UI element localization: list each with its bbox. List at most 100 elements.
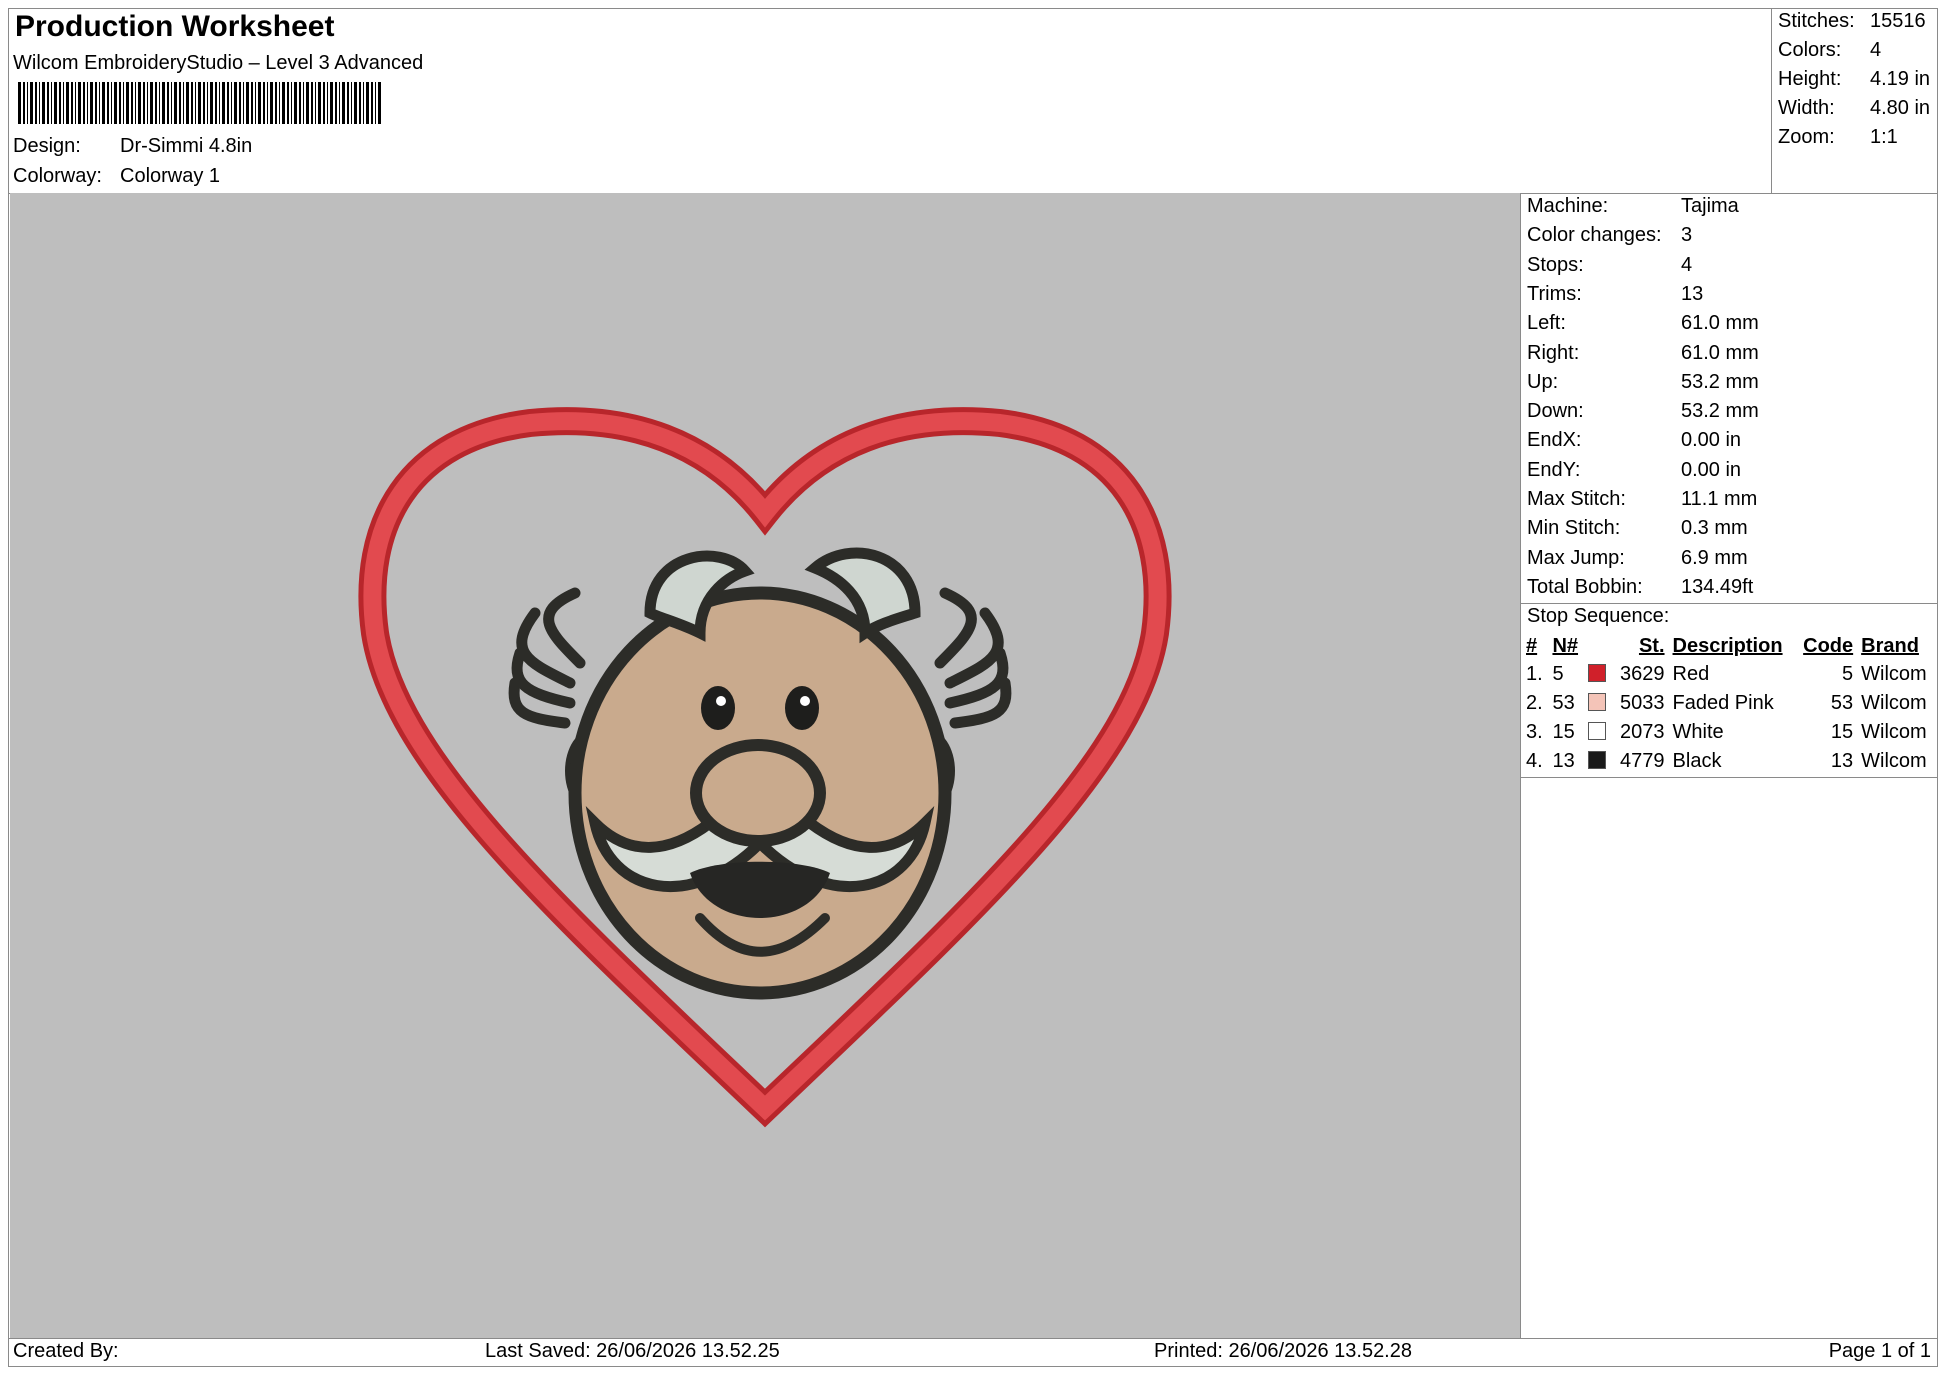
row-swatch	[1584, 689, 1612, 718]
barcode-bar	[351, 82, 352, 124]
machine-info-value: 4	[1681, 253, 1693, 276]
machine-info-label: Color changes:	[1527, 224, 1662, 247]
barcode-bar	[267, 82, 268, 124]
barcode-bar	[371, 82, 373, 124]
row-index: 4.	[1526, 750, 1543, 772]
barcode-bar	[275, 82, 277, 124]
barcode-bar	[347, 82, 349, 124]
row-brand: Wilcom	[1861, 663, 1927, 685]
machine-info-value: 61.0 mm	[1681, 312, 1759, 335]
barcode-bar	[66, 82, 69, 124]
machine-info-value: Tajima	[1681, 195, 1739, 217]
summary-width-value: 4.80 in	[1870, 97, 1931, 119]
barcode-bar	[150, 82, 153, 124]
row-index: 1.	[1526, 663, 1543, 685]
embroidery-artwork	[358, 407, 1172, 1128]
barcode-bar	[111, 82, 112, 124]
machine-info-value: 3	[1681, 224, 1693, 247]
software-name: Wilcom EmbroideryStudio – Level 3 Advanc…	[13, 52, 424, 74]
page-number: Page 1 of 1	[1828, 1340, 1931, 1362]
stop-sequence-row: 3. 15 2073 White 15 Wilcom	[1522, 718, 1936, 747]
barcode-bar	[179, 82, 181, 124]
barcode-bar	[107, 82, 109, 124]
machine-info-label: Left:	[1527, 312, 1566, 335]
machine-info-value: 13	[1681, 282, 1704, 305]
machine-info-label: Down:	[1527, 400, 1584, 423]
barcode-bar	[234, 82, 237, 124]
row-stitches: 3629	[1620, 663, 1665, 685]
row-swatch	[1584, 747, 1612, 776]
machine-info-label: EndY:	[1527, 458, 1581, 481]
row-stitches: 2073	[1620, 721, 1665, 743]
row-needle: 5	[1552, 663, 1564, 685]
machine-info-label: Max Jump:	[1527, 546, 1625, 569]
stop-sequence-title: Stop Sequence:	[1527, 605, 1670, 627]
row-needle: 15	[1552, 721, 1575, 743]
summary-stitches-label: Stitches:	[1778, 10, 1855, 32]
barcode-bar	[71, 82, 73, 124]
hair-right	[934, 587, 1012, 729]
barcode-bar	[263, 82, 265, 124]
stop-sequence-header: # N# St. Description Code Brand	[1522, 632, 1936, 660]
barcode-bar	[327, 82, 328, 124]
barcode-bar	[119, 82, 121, 124]
barcode-bar	[39, 82, 40, 124]
barcode-bar	[227, 82, 229, 124]
panel-divider	[1520, 193, 1521, 1338]
barcode-bar	[155, 82, 157, 124]
barcode-bar	[123, 82, 124, 124]
row-stitches: 4779	[1620, 750, 1665, 772]
col-needle: N#	[1552, 634, 1579, 657]
row-description: Faded Pink	[1672, 692, 1774, 714]
barcode-bar	[47, 82, 49, 124]
col-code: Code	[1803, 634, 1854, 657]
machine-info-value: 11.1 mm	[1681, 488, 1758, 510]
barcode-bar	[210, 82, 213, 124]
machine-info-value: 0.3 mm	[1681, 517, 1748, 540]
design-value: Dr-Simmi 4.8in	[120, 135, 253, 157]
barcode-bar	[330, 82, 333, 124]
barcode-bar	[23, 82, 25, 124]
printed-date: Printed: 26/06/2026 13.52.28	[1154, 1340, 1412, 1362]
stop-sequence-row: 2. 53 5033 Faded Pink 53 Wilcom	[1522, 689, 1936, 718]
barcode-bar	[138, 82, 141, 124]
barcode-bar	[243, 82, 244, 124]
row-description: Red	[1672, 663, 1710, 685]
barcode-bar	[323, 82, 325, 124]
barcode-bar	[30, 82, 33, 124]
barcode-bar	[299, 82, 301, 124]
barcode-bar	[291, 82, 292, 124]
barcode-bar	[162, 82, 165, 124]
row-code: 15	[1830, 721, 1854, 743]
row-brand: Wilcom	[1861, 750, 1927, 772]
barcode-bar	[315, 82, 316, 124]
machine-info-label: Total Bobbin:	[1527, 575, 1643, 598]
eye-right-glint	[800, 696, 810, 706]
barcode-bar	[126, 82, 129, 124]
machine-info-label: Up:	[1527, 370, 1559, 393]
summary-zoom-value: 1:1	[1870, 126, 1898, 148]
stop-sequence-table: # N# St. Description Code Brand 1. 5 3629 R…	[1522, 632, 1936, 776]
page-title: Production Worksheet	[15, 10, 335, 43]
row-swatch	[1584, 660, 1612, 689]
row-brand: Wilcom	[1861, 721, 1927, 743]
hair-left	[508, 587, 586, 729]
machine-info-value: 6.9 mm	[1681, 546, 1748, 569]
barcode-bar	[294, 82, 297, 124]
col-stitches: St.	[1638, 634, 1665, 657]
col-description: Description	[1672, 634, 1783, 657]
barcode-bar	[114, 82, 117, 124]
machine-info-value: 53.2 mm	[1681, 400, 1759, 423]
machine-info-value: 53.2 mm	[1681, 370, 1759, 393]
barcode-bar	[359, 82, 361, 124]
barcode-bar	[143, 82, 145, 124]
row-index: 2.	[1526, 692, 1543, 714]
machine-info-label: Right:	[1527, 341, 1580, 364]
barcode-bar	[231, 82, 232, 124]
barcode-bar	[366, 82, 369, 124]
barcode-bar	[159, 82, 160, 124]
barcode-bar	[198, 82, 201, 124]
row-index: 3.	[1526, 721, 1543, 743]
barcode-bar	[191, 82, 193, 124]
barcode-bar	[95, 82, 97, 124]
